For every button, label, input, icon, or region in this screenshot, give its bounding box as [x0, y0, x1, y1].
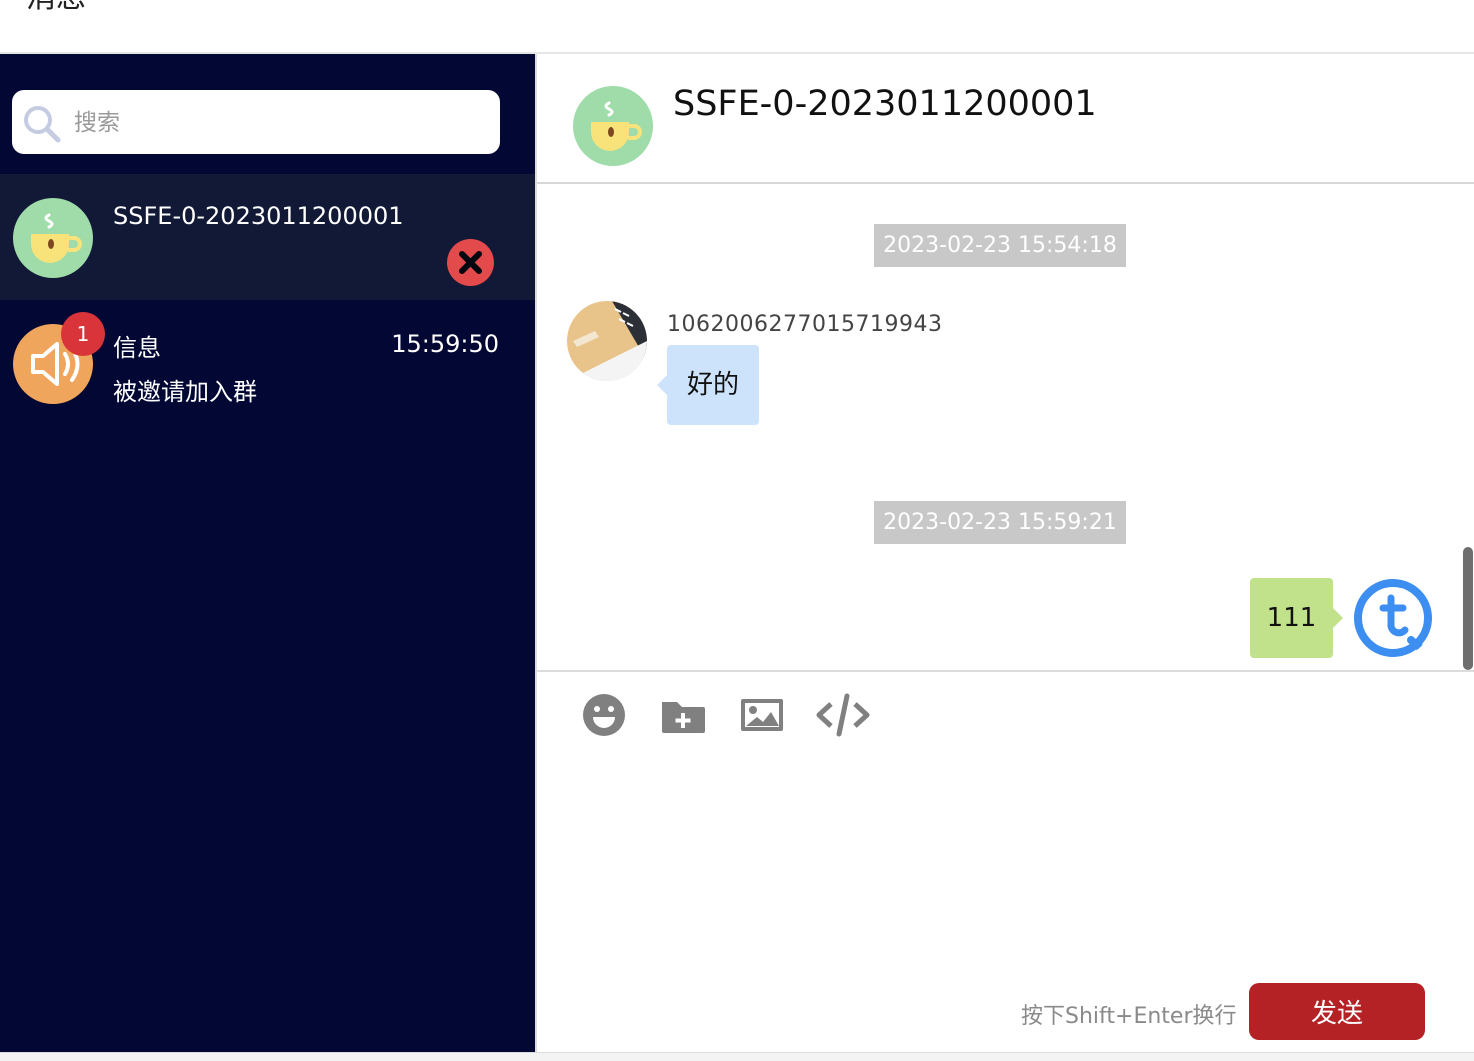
message-timestamp: 2023-02-23 15:59:21 [874, 501, 1126, 544]
folder-add-icon [662, 702, 705, 733]
close-conversation-button[interactable] [447, 239, 494, 286]
conversation-time: 15:59:50 [391, 330, 499, 358]
sender-name: 1062006277015719943 [667, 312, 943, 337]
chat-title: SSFE-0-2023011200001 [673, 84, 1097, 124]
coffee-cup-icon [13, 198, 93, 278]
outgoing-message-bubble: 111 [1250, 578, 1343, 658]
conversation-preview: 被邀请加入群 [113, 378, 257, 406]
send-file-button[interactable] [660, 692, 710, 738]
conversation-name: 信息 [113, 334, 161, 362]
chat-header: SSFE-0-2023011200001 [537, 54, 1474, 184]
t-logo-icon [1353, 578, 1433, 658]
message-timestamp: 2023-02-23 15:54:18 [874, 224, 1126, 267]
conversation-item-notice[interactable]: 1 信息 15:59:50 被邀请加入群 [0, 300, 535, 426]
photo-avatar-icon [567, 301, 647, 381]
my-avatar[interactable] [1353, 578, 1433, 658]
conversation-item-ssfe[interactable]: SSFE-0-2023011200001 [0, 174, 535, 300]
newline-hint: 按下Shift+Enter换行 [1021, 1004, 1237, 1029]
avatar [13, 198, 93, 278]
emoji-icon [583, 694, 625, 736]
coffee-cup-icon [573, 86, 653, 166]
insert-code-button[interactable] [816, 692, 870, 738]
emoji-button[interactable] [581, 692, 631, 738]
image-icon [741, 699, 783, 731]
search-icon [24, 106, 61, 143]
message-list: 2023-02-23 15:54:18 1062006277015719943 … [537, 184, 1474, 670]
code-icon [816, 693, 870, 737]
send-image-button[interactable] [739, 692, 789, 738]
page-title: 消息 [26, 0, 86, 18]
top-header: 消息 [0, 0, 1474, 54]
message-scrollbar[interactable] [1463, 547, 1473, 670]
chat-avatar [573, 86, 653, 166]
conversation-sidebar: SSFE-0-2023011200001 1 信息 15:59:50 被邀请加入… [0, 54, 535, 1060]
send-button[interactable]: 发送 [1249, 983, 1425, 1040]
search-box [12, 90, 500, 154]
composer: 按下Shift+Enter换行 发送 [537, 670, 1474, 1054]
search-input[interactable] [72, 102, 486, 144]
incoming-message-bubble: 好的 [657, 345, 759, 425]
conversation-name: SSFE-0-2023011200001 [113, 202, 404, 230]
sender-avatar[interactable] [567, 301, 647, 381]
unread-badge: 1 [61, 312, 105, 356]
close-icon [459, 251, 482, 274]
